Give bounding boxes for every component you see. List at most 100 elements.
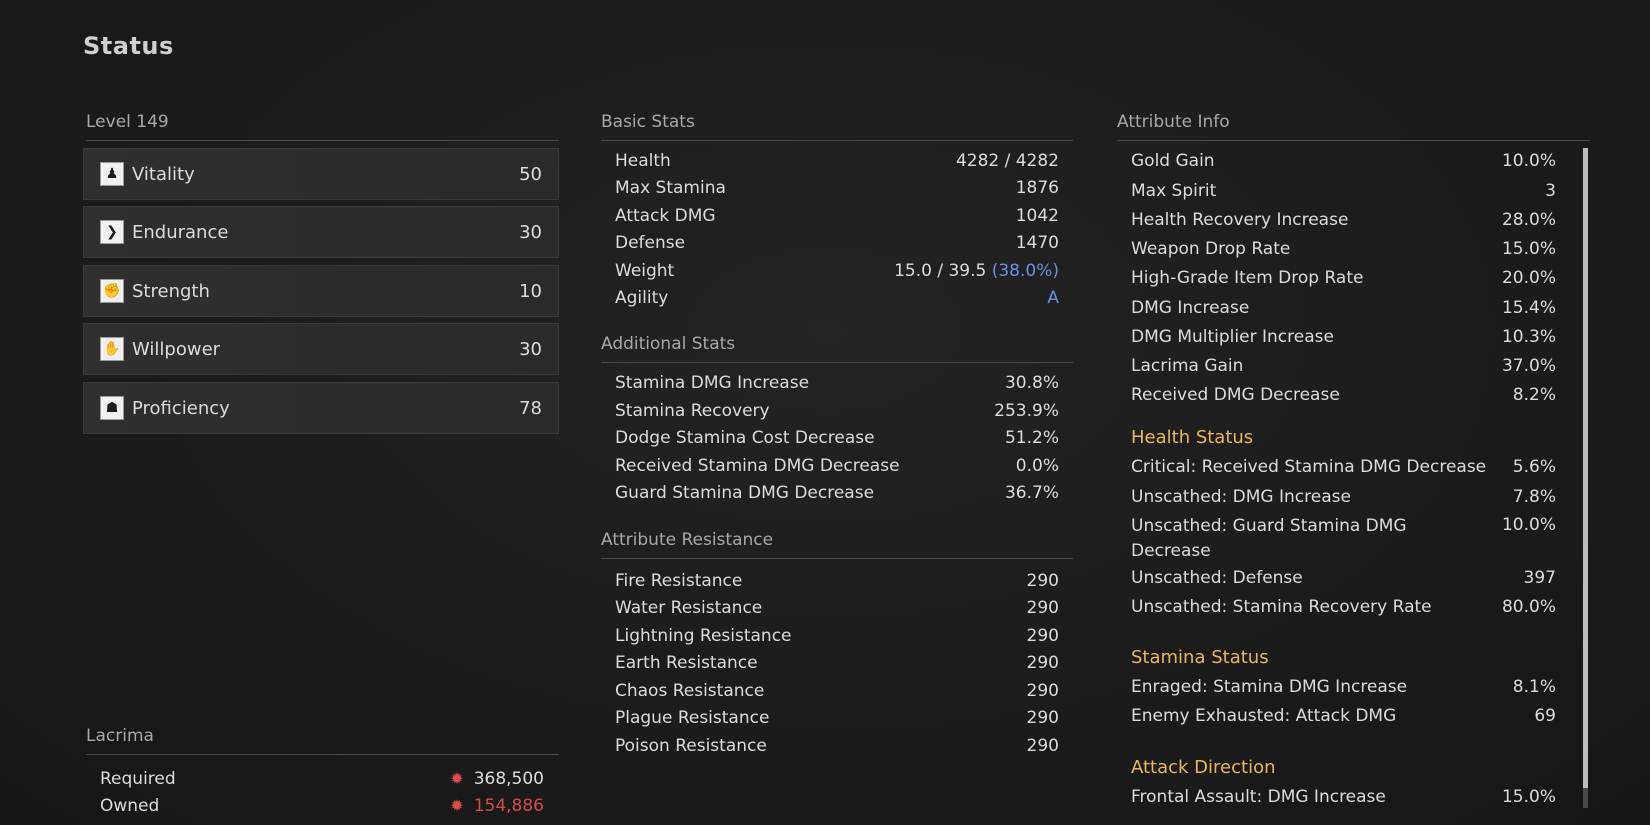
- stat-value: 15.0%: [1501, 787, 1556, 807]
- stat-value: 20.0%: [1501, 268, 1556, 288]
- lacrima-owned-value: 154,886: [473, 796, 544, 816]
- proficiency-icon: ☗: [100, 396, 124, 420]
- stat-value: 10.0%: [1501, 515, 1556, 535]
- attribute-resistance-header: Attribute Resistance: [601, 530, 1073, 559]
- stat-value: 37.0%: [1501, 356, 1556, 376]
- stat-label: Lightning Resistance: [615, 626, 792, 646]
- stat-value: 1042: [1015, 206, 1059, 226]
- stat-row: Dodge Stamina Cost Decrease 51.2%: [615, 427, 1059, 449]
- stat-row: Lightning Resistance 290: [615, 625, 1059, 647]
- stat-label: Chaos Resistance: [615, 681, 765, 701]
- stat-row-max-stamina: Max Stamina 1876: [615, 177, 1059, 199]
- stat-label: DMG Increase: [1131, 298, 1250, 318]
- stat-row: Earth Resistance 290: [615, 652, 1059, 674]
- attack-direction-header: Attack Direction: [1131, 757, 1276, 778]
- stat-row: Frontal Assault: DMG Increase 15.0%: [1131, 786, 1556, 808]
- stat-label: Water Resistance: [615, 598, 763, 618]
- additional-stats-header: Additional Stats: [601, 334, 1073, 363]
- stat-row: Received Stamina DMG Decrease 0.0%: [615, 455, 1059, 477]
- stat-row-attack-dmg: Attack DMG 1042: [615, 205, 1059, 227]
- lacrima-owned-label: Owned: [100, 796, 160, 816]
- attribute-row-willpower[interactable]: ✋ Willpower 30: [83, 323, 559, 375]
- lacrima-icon: ✹: [450, 769, 464, 788]
- stat-label: Unscathed: DMG Increase: [1131, 487, 1351, 507]
- strength-icon: ✊: [100, 279, 124, 303]
- stat-row-defense: Defense 1470: [615, 232, 1059, 254]
- stat-value: 30.8%: [1004, 373, 1059, 393]
- stat-value: 290: [1026, 653, 1059, 673]
- stat-value: 290: [1026, 598, 1059, 618]
- stat-value: 36.7%: [1004, 483, 1059, 503]
- attribute-row-proficiency[interactable]: ☗ Proficiency 78: [83, 382, 559, 434]
- stat-value: 7.8%: [1512, 487, 1556, 507]
- stat-row: High-Grade Item Drop Rate 20.0%: [1131, 267, 1556, 289]
- stat-row: Chaos Resistance 290: [615, 680, 1059, 702]
- attribute-value: 30: [519, 221, 542, 243]
- stat-label: Attack DMG: [615, 206, 716, 226]
- endurance-icon: ❯: [100, 220, 124, 244]
- attribute-value: 78: [519, 397, 542, 419]
- lacrima-icon: ✹: [450, 796, 464, 815]
- stat-label: DMG Multiplier Increase: [1131, 327, 1334, 347]
- stat-value: 15.0%: [1501, 239, 1556, 259]
- stat-row: Max Spirit 3: [1131, 180, 1556, 202]
- stat-label: Enraged: Stamina DMG Increase: [1131, 677, 1408, 697]
- stat-value: 290: [1026, 708, 1059, 728]
- stat-label: Plague Resistance: [615, 708, 770, 728]
- lacrima-required-value: 368,500: [473, 769, 544, 789]
- stat-row: Lacrima Gain 37.0%: [1131, 355, 1556, 377]
- stat-label: High-Grade Item Drop Rate: [1131, 268, 1364, 288]
- stat-label: Unscathed: Defense: [1131, 568, 1303, 588]
- stat-value: 290: [1026, 736, 1059, 756]
- stat-row: Stamina Recovery 253.9%: [615, 400, 1059, 422]
- stat-row: DMG Multiplier Increase 10.3%: [1131, 326, 1556, 348]
- attribute-value: 10: [519, 280, 542, 302]
- stat-value: 5.6%: [1512, 457, 1556, 477]
- attribute-row-vitality[interactable]: ♟ Vitality 50: [83, 148, 559, 200]
- stat-row: Unscathed: Defense 397: [1131, 567, 1556, 589]
- stat-label: Gold Gain: [1131, 151, 1215, 171]
- stat-label: Weight: [615, 261, 675, 281]
- stat-label: Unscathed: Guard Stamina DMG Decrease: [1131, 516, 1407, 561]
- stat-label: Health: [615, 151, 671, 171]
- stat-row: Plague Resistance 290: [615, 707, 1059, 729]
- vitality-icon: ♟: [100, 162, 124, 186]
- stat-row: Weapon Drop Rate 15.0%: [1131, 238, 1556, 260]
- lacrima-required-row: Required ✹ 368,500: [100, 768, 544, 790]
- stat-value: 3: [1545, 181, 1556, 201]
- attribute-info-header: Attribute Info: [1117, 112, 1590, 141]
- lacrima-header: Lacrima: [86, 726, 559, 755]
- stat-row: Poison Resistance 290: [615, 735, 1059, 757]
- stat-value: 15.4%: [1501, 298, 1556, 318]
- stat-row: Fire Resistance 290: [615, 570, 1059, 592]
- stat-value: 8.2%: [1512, 385, 1556, 405]
- stat-value: 1470: [1015, 233, 1059, 253]
- attribute-label: Strength: [132, 280, 210, 302]
- status-screen: Status Level 149 ♟ Vitality 50 ❯ Enduran…: [0, 0, 1650, 825]
- stat-value: 290: [1026, 571, 1059, 591]
- stat-row: DMG Increase 15.4%: [1131, 297, 1556, 319]
- stat-value: 10.3%: [1501, 327, 1556, 347]
- stat-label: Stamina Recovery: [615, 401, 770, 421]
- stat-row: Critical: Received Stamina DMG Decrease …: [1131, 456, 1556, 478]
- stat-value: 4282 / 4282: [955, 151, 1059, 171]
- stat-value: 290: [1026, 681, 1059, 701]
- stat-value: 1876: [1015, 178, 1059, 198]
- attribute-label: Proficiency: [132, 397, 230, 419]
- attribute-row-endurance[interactable]: ❯ Endurance 30: [83, 206, 559, 258]
- stat-label: Poison Resistance: [615, 736, 767, 756]
- attribute-label: Endurance: [132, 221, 229, 243]
- stat-label: Agility: [615, 288, 669, 308]
- stat-row-weight: Weight 15.0 / 39.5 (38.0%): [615, 260, 1059, 282]
- scrollbar-thumb[interactable]: [1583, 148, 1588, 788]
- stat-value: 69: [1534, 706, 1556, 726]
- stat-value: 51.2%: [1004, 428, 1059, 448]
- stat-value: 10.0%: [1501, 151, 1556, 171]
- weight-percent: (38.0%): [991, 261, 1059, 281]
- stat-value: 8.1%: [1512, 677, 1556, 697]
- stat-row: Guard Stamina DMG Decrease 36.7%: [615, 482, 1059, 504]
- stat-row: Water Resistance 290: [615, 597, 1059, 619]
- attribute-row-strength[interactable]: ✊ Strength 10: [83, 265, 559, 317]
- stat-row: Stamina DMG Increase 30.8%: [615, 372, 1059, 394]
- stat-value: 253.9%: [994, 401, 1059, 421]
